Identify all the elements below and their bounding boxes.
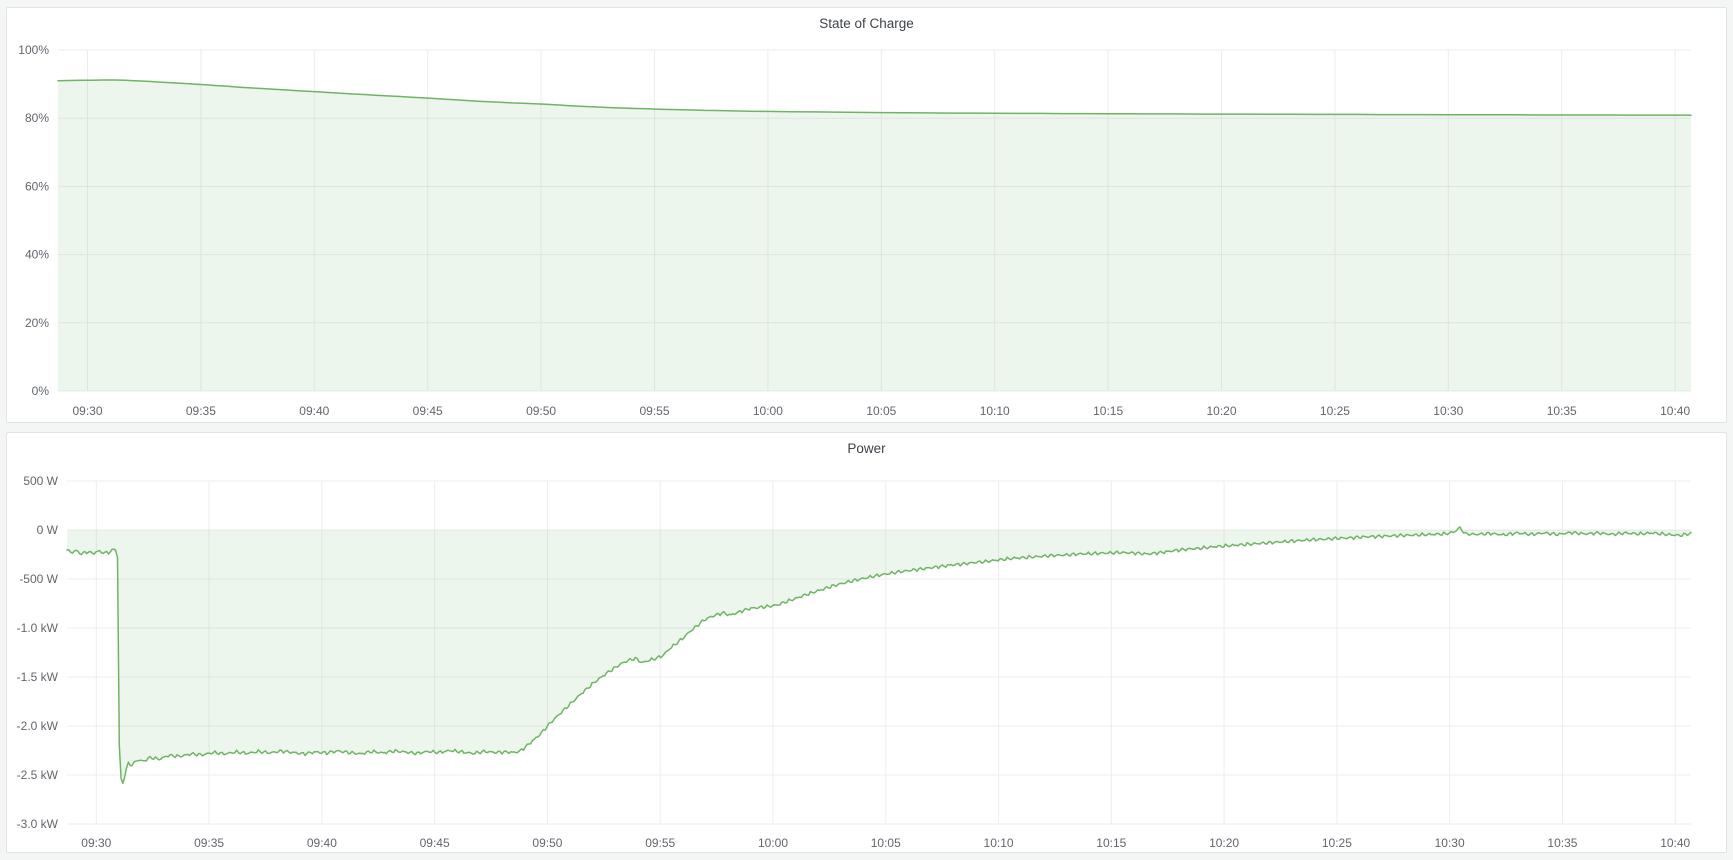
y-axis-label: -2.5 kW: [17, 768, 59, 782]
x-axis-label: 10:15: [1093, 404, 1123, 418]
x-axis-label: 09:50: [532, 836, 562, 850]
x-axis-label: 09:30: [72, 404, 102, 418]
x-axis-label: 09:35: [194, 836, 224, 850]
x-axis-label: 09:45: [420, 836, 450, 850]
power-panel: Power 500 W0 W-500 W-1.0 kW-1.5 kW-2.0 k…: [6, 432, 1727, 853]
dashboard: State of Charge 100%80%60%40%20%0%09:300…: [0, 0, 1733, 860]
state-of-charge-chart-canvas[interactable]: 100% 80% 60% 40% 20% 0% 09:30 09:35 09:40 09:45 09…: [7, 8, 1726, 422]
y-axis-label: 100%: [18, 43, 49, 57]
x-axis-label: 09:50: [526, 404, 556, 418]
x-axis-label: 10:25: [1322, 836, 1352, 850]
y-axis-label: 0 W: [37, 523, 59, 537]
x-axis-label: 09:35: [186, 404, 216, 418]
y-axis-label: 20%: [25, 316, 49, 330]
x-axis-label: 10:15: [1096, 836, 1126, 850]
x-axis-label: 09:40: [299, 404, 329, 418]
x-axis-label: 10:20: [1209, 836, 1239, 850]
x-axis-label: 10:20: [1206, 404, 1236, 418]
power-chart-canvas[interactable]: 500 W 0 W -500 W -1.0 kW -1.5 kW -2.0 kW -2.5 …: [7, 433, 1726, 852]
y-axis-label: -2.0 kW: [17, 719, 59, 733]
x-axis-label: 10:30: [1433, 404, 1463, 418]
x-axis-label: 10:05: [871, 836, 901, 850]
y-axis-label: -3.0 kW: [17, 817, 59, 831]
y-axis-label: 60%: [25, 179, 49, 193]
y-axis-label: -1.0 kW: [17, 621, 59, 635]
y-axis-label: 80%: [25, 111, 49, 125]
x-axis-label: 10:10: [984, 836, 1014, 850]
x-axis-label: 10:35: [1547, 836, 1577, 850]
y-axis-label: -500 W: [19, 572, 58, 586]
y-axis-label: 0%: [32, 384, 50, 398]
x-axis-label: 09:55: [639, 404, 669, 418]
x-axis-label: 10:30: [1435, 836, 1465, 850]
x-axis-label: 10:40: [1660, 404, 1690, 418]
x-axis-label: 09:40: [307, 836, 337, 850]
y-axis-label: 500 W: [23, 474, 58, 488]
series-area-fill: [58, 80, 1691, 391]
x-axis-label: 09:45: [413, 404, 443, 418]
y-axis-label: 40%: [25, 248, 49, 262]
x-axis-label: 10:00: [753, 404, 783, 418]
x-axis-label: 09:30: [81, 836, 111, 850]
x-axis-label: 10:40: [1660, 836, 1690, 850]
series-area-fill: [67, 527, 1691, 783]
state-of-charge-panel: State of Charge 100%80%60%40%20%0%09:300…: [6, 7, 1727, 423]
y-axis-label: -1.5 kW: [17, 670, 59, 684]
x-axis-label: 10:05: [866, 404, 896, 418]
x-axis-label: 10:25: [1320, 404, 1350, 418]
x-axis-label: 10:10: [980, 404, 1010, 418]
x-axis-label: 10:00: [758, 836, 788, 850]
x-axis-label: 09:55: [645, 836, 675, 850]
x-axis-label: 10:35: [1547, 404, 1577, 418]
